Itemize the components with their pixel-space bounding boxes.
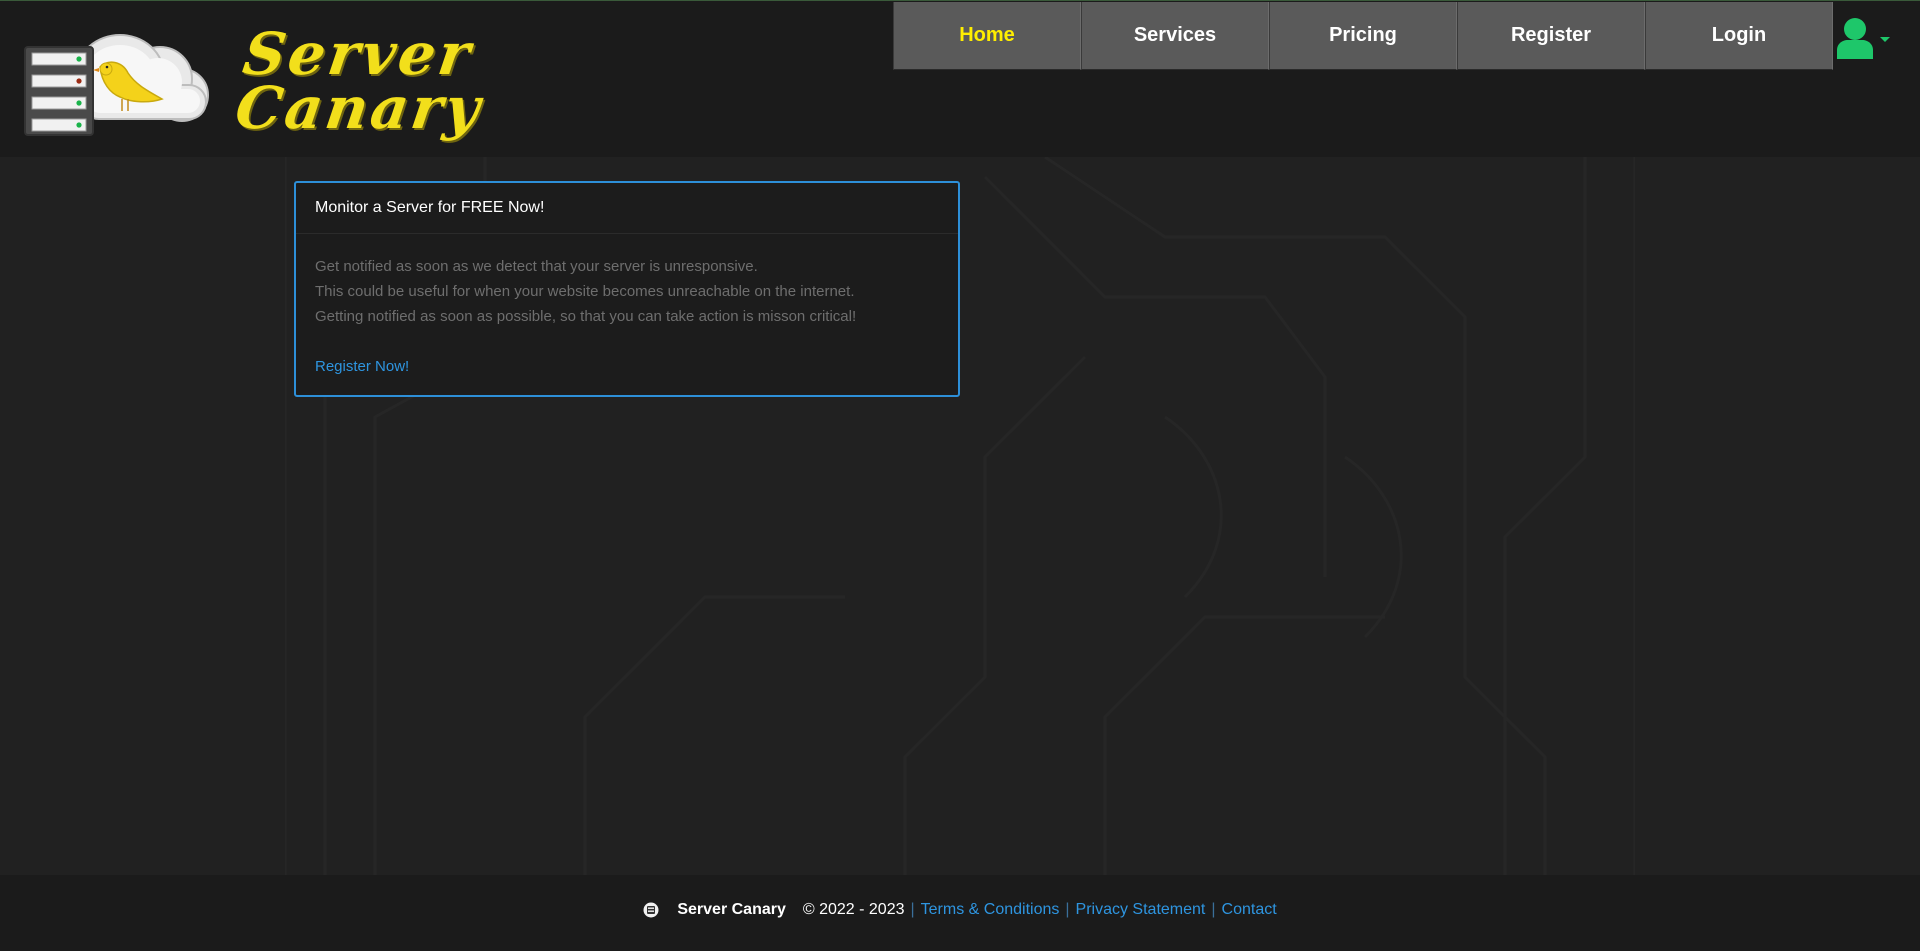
logo-graphic	[24, 34, 209, 136]
footer-separator: |	[1211, 901, 1216, 918]
promo-card-line: Getting notified as soon as possible, so…	[315, 308, 857, 325]
footer-brand: Server Canary	[677, 901, 786, 918]
nav-home[interactable]: Home	[893, 2, 1081, 70]
site-footer: Server Canary © 2022 - 2023 | Terms & Co…	[0, 875, 1920, 951]
footer-logo-icon	[643, 902, 659, 918]
footer-link-terms[interactable]: Terms & Conditions	[921, 901, 1060, 919]
user-menu-toggle[interactable]	[1836, 15, 1906, 61]
footer-separator: |	[910, 901, 915, 918]
footer-link-privacy[interactable]: Privacy Statement	[1076, 901, 1206, 919]
site-logo[interactable]: Server Canary	[22, 19, 493, 142]
register-now-link[interactable]: Register Now!	[315, 354, 409, 379]
promo-card-title: Monitor a Server for FREE Now!	[296, 183, 958, 234]
footer-copyright: © 2022 - 2023	[802, 901, 905, 918]
main-content: Monitor a Server for FREE Now! Get notif…	[0, 157, 1920, 875]
promo-card-line: This could be useful for when your websi…	[315, 283, 855, 300]
chevron-down-icon	[1880, 36, 1890, 42]
footer-separator: |	[1065, 901, 1070, 918]
logo-wordmark: Server Canary	[231, 20, 493, 142]
logo-word-server: Server	[239, 20, 478, 88]
user-icon	[1837, 18, 1873, 59]
nav-login[interactable]: Login	[1645, 2, 1833, 70]
nav-register[interactable]: Register	[1457, 2, 1645, 70]
footer-link-contact[interactable]: Contact	[1222, 901, 1277, 919]
promo-card-body: Get notified as soon as we detect that y…	[296, 234, 958, 379]
logo-word-canary: Canary	[231, 74, 487, 142]
nav-pricing[interactable]: Pricing	[1269, 2, 1457, 70]
site-header: Server Canary Home Services Pricing Regi…	[0, 0, 1920, 157]
nav-services[interactable]: Services	[1081, 2, 1269, 70]
promo-card-line: Get notified as soon as we detect that y…	[315, 258, 758, 275]
promo-card: Monitor a Server for FREE Now! Get notif…	[294, 181, 960, 397]
main-nav: Home Services Pricing Register Login	[893, 2, 1833, 70]
